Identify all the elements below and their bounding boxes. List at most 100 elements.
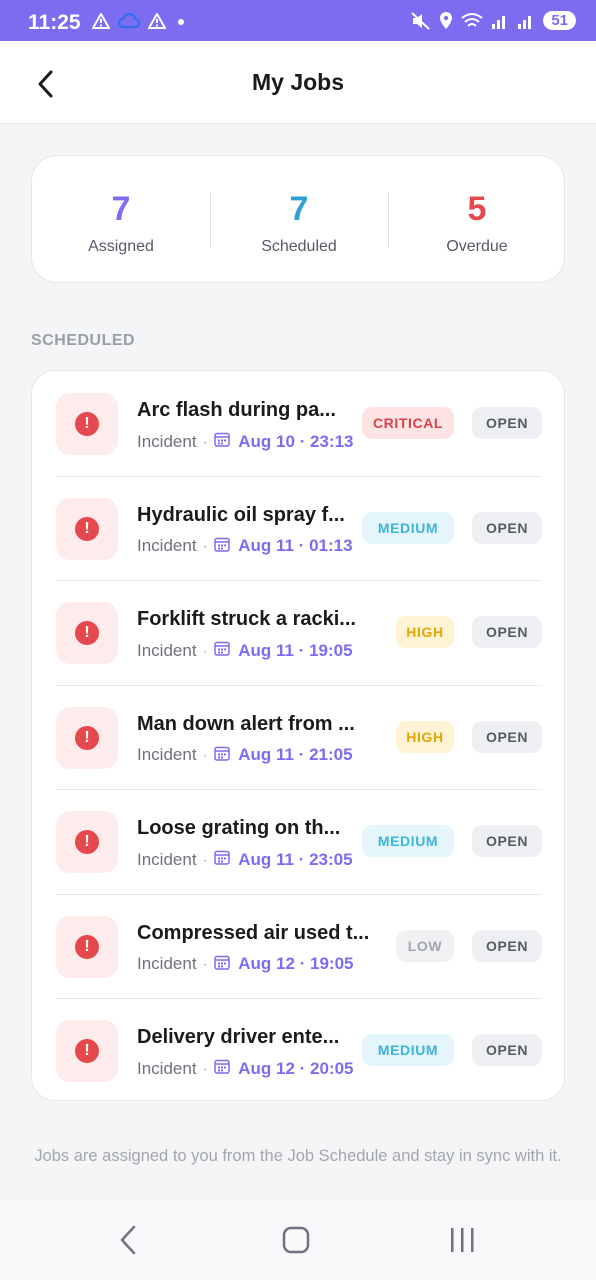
severity-badge: CRITICAL bbox=[362, 407, 454, 439]
nav-home-icon bbox=[282, 1226, 310, 1254]
stat-label: Scheduled bbox=[261, 238, 337, 255]
job-date: Aug 11 · 21:05 bbox=[238, 745, 353, 764]
job-title: Delivery driver ente... bbox=[137, 1026, 340, 1048]
job-date: Aug 10 · 23:13 bbox=[238, 431, 354, 451]
section-label: SCHEDULED bbox=[31, 332, 136, 349]
mute-icon bbox=[411, 11, 430, 30]
calendar-icon bbox=[214, 536, 230, 557]
incident-icon: ! bbox=[56, 915, 118, 978]
job-meta: Incident · Aug 11 · 21:05 bbox=[137, 745, 353, 766]
job-date: Aug 12 · 19:05 bbox=[238, 954, 354, 973]
job-row[interactable]: ! Man down alert from ... Incident · Aug 11 … bbox=[32, 685, 566, 789]
separator-dot: · bbox=[202, 536, 209, 555]
job-meta: Incident · Aug 11 · 19:05 bbox=[137, 640, 353, 661]
job-title: Loose grating on th... bbox=[137, 817, 341, 839]
battery-indicator: 51 bbox=[543, 11, 576, 30]
status-badge: OPEN bbox=[472, 720, 542, 753]
footer-note: Jobs are assigned to you from the Job Sc… bbox=[34, 1147, 562, 1165]
stat-value: 7 bbox=[111, 190, 131, 228]
warning-icon bbox=[148, 13, 166, 29]
calendar-icon bbox=[214, 431, 230, 452]
job-date: Aug 11 · 01:13 bbox=[238, 536, 353, 555]
incident-icon: ! bbox=[56, 393, 118, 455]
stat-value: 7 bbox=[289, 190, 309, 228]
job-title: Arc flash during pa... bbox=[137, 399, 336, 421]
signal-icon bbox=[518, 15, 532, 29]
alert-icon: ! bbox=[75, 412, 99, 436]
separator-dot: · bbox=[202, 954, 209, 973]
job-row[interactable]: ! Delivery driver ente... Incident · Aug 12 … bbox=[32, 998, 566, 1102]
job-type: Incident bbox=[137, 640, 197, 660]
separator-dot: · bbox=[202, 431, 209, 451]
job-row[interactable]: ! Forklift struck a racki... Incident · Aug … bbox=[32, 580, 566, 684]
alert-icon: ! bbox=[75, 830, 99, 854]
dot-icon bbox=[178, 19, 184, 25]
calendar-icon bbox=[214, 745, 230, 766]
wifi-icon bbox=[461, 12, 483, 27]
nav-recents-button[interactable] bbox=[446, 1224, 478, 1261]
job-type: Incident bbox=[137, 536, 197, 555]
severity-badge: HIGH bbox=[396, 616, 454, 648]
stat-overdue[interactable]: 5 Overdue bbox=[388, 156, 566, 284]
incident-icon: ! bbox=[56, 706, 118, 769]
alert-icon: ! bbox=[75, 1039, 99, 1063]
job-title: Hydraulic oil spray f... bbox=[137, 503, 345, 526]
status-badge: OPEN bbox=[472, 825, 542, 857]
separator-dot: · bbox=[202, 745, 209, 764]
job-row[interactable]: ! Hydraulic oil spray f... Incident · Aug 11… bbox=[32, 476, 566, 580]
stat-label: Assigned bbox=[88, 238, 154, 255]
severity-badge: MEDIUM bbox=[362, 511, 454, 544]
nav-home-button[interactable] bbox=[280, 1224, 312, 1261]
job-row[interactable]: ! Loose grating on th... Incident · Aug 11 ·… bbox=[32, 789, 566, 893]
job-title: Man down alert from ... bbox=[137, 712, 355, 735]
incident-icon: ! bbox=[56, 497, 118, 560]
job-title: Forklift struck a racki... bbox=[137, 608, 356, 630]
alert-icon: ! bbox=[75, 516, 99, 541]
system-nav-bar bbox=[0, 1200, 596, 1280]
calendar-icon bbox=[214, 640, 230, 661]
job-type: Incident bbox=[137, 954, 197, 973]
job-row[interactable]: ! Arc flash during pa... Incident · Aug 10 ·… bbox=[32, 371, 566, 475]
location-icon bbox=[440, 11, 453, 29]
severity-badge: HIGH bbox=[396, 720, 454, 753]
status-badge: OPEN bbox=[472, 511, 542, 544]
stat-assigned[interactable]: 7 Assigned bbox=[32, 156, 210, 284]
signal-icon bbox=[492, 15, 506, 29]
alert-icon: ! bbox=[75, 725, 99, 750]
page-title: My Jobs bbox=[251, 69, 345, 95]
job-date: Aug 11 · 23:05 bbox=[238, 849, 353, 869]
incident-icon: ! bbox=[56, 811, 118, 873]
job-date: Aug 12 · 20:05 bbox=[238, 1058, 354, 1078]
incident-icon: ! bbox=[56, 602, 118, 664]
status-badge: OPEN bbox=[472, 616, 542, 648]
nav-recents-icon bbox=[451, 1228, 474, 1252]
separator-dot: · bbox=[202, 849, 209, 869]
job-row[interactable]: ! Compressed air used t... Incident · Aug 12… bbox=[32, 894, 566, 998]
cloud-icon bbox=[118, 13, 140, 28]
nav-back-button[interactable] bbox=[118, 1224, 138, 1261]
job-meta: Incident · Aug 11 · 01:13 bbox=[137, 536, 353, 557]
status-badge: OPEN bbox=[472, 1034, 542, 1066]
warning-icon bbox=[92, 13, 110, 29]
system-icons: 51 bbox=[411, 11, 576, 30]
status-badge: OPEN bbox=[472, 407, 542, 439]
incident-icon: ! bbox=[56, 1020, 118, 1082]
job-meta: Incident · Aug 11 · 23:05 bbox=[137, 849, 353, 870]
job-meta: Incident · Aug 12 · 20:05 bbox=[137, 1058, 353, 1079]
calendar-icon bbox=[214, 849, 230, 870]
app-bar: My Jobs bbox=[0, 41, 596, 124]
status-bar: 11:25 51 bbox=[0, 0, 596, 41]
status-time: 11:25 bbox=[28, 11, 81, 34]
alert-icon: ! bbox=[75, 621, 99, 645]
stat-scheduled[interactable]: 7 Scheduled bbox=[210, 156, 388, 284]
severity-badge: MEDIUM bbox=[362, 1034, 454, 1066]
job-type: Incident bbox=[137, 849, 197, 869]
alert-icon: ! bbox=[75, 934, 99, 959]
separator-dot: · bbox=[202, 640, 209, 660]
severity-badge: LOW bbox=[396, 929, 454, 962]
calendar-icon bbox=[214, 1058, 230, 1079]
job-type: Incident bbox=[137, 745, 197, 764]
stats-summary: 7 Assigned 7 Scheduled 5 Overdue bbox=[31, 155, 565, 283]
notification-icons bbox=[92, 13, 188, 29]
job-meta: Incident · Aug 12 · 19:05 bbox=[137, 954, 353, 975]
